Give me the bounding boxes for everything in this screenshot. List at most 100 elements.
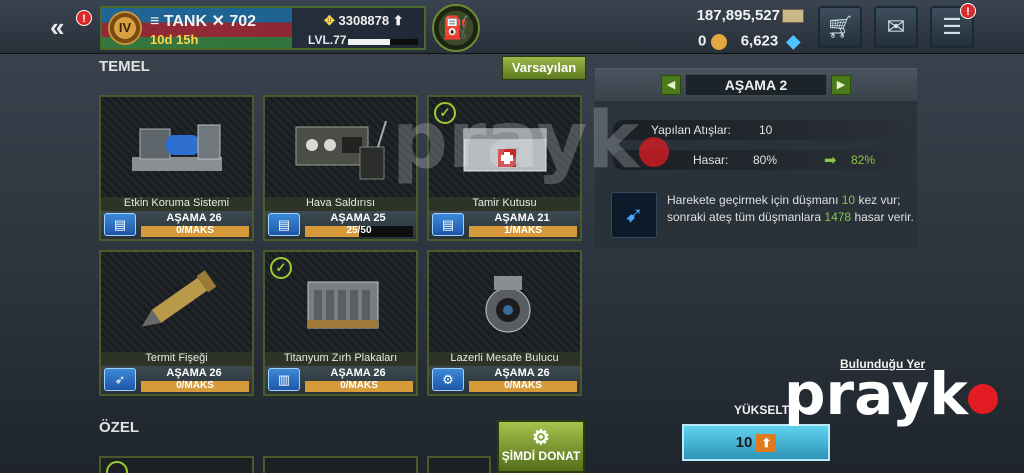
item-name: Termit Fişeği xyxy=(101,352,252,366)
item-name: Hava Saldırısı xyxy=(265,197,416,211)
item-progress-text: 0/MAKS xyxy=(176,225,214,236)
item-progress-text: 0/MAKS xyxy=(340,380,378,391)
silver-counter: 187,895,527 xyxy=(697,7,804,24)
equip-now-button[interactable]: ⚙ ŞİMDİ DONAT xyxy=(497,420,585,473)
equip-now-label: ŞİMDİ DONAT xyxy=(501,449,581,463)
skill-description: Harekete geçirmek için düşmanı 10 kez vu… xyxy=(667,192,917,226)
rank-emblem: IV xyxy=(108,11,142,45)
item-card[interactable]: Termit Fişeği ➶ AŞAMA 26 0/MAKS xyxy=(99,250,254,396)
active-protection-image xyxy=(131,124,222,171)
power-icon: ✥ xyxy=(324,13,339,28)
section-title-special: ÖZEL xyxy=(99,419,139,436)
chat-notification-badge: ! xyxy=(960,3,976,19)
item-card[interactable]: Etkin Koruma Sistemi ▤ AŞAMA 26 0/MAKS xyxy=(99,95,254,241)
item-progress-area: ⚙ AŞAMA 26 0/MAKS xyxy=(429,366,580,394)
triangle-left-icon: ◀ xyxy=(666,79,676,91)
watermark-center: prayk xyxy=(392,96,670,186)
player-profile[interactable]: IV ≡ TANK ✕ 702 10d 15h ✥ 3308878 ⬆ LVL.… xyxy=(100,6,426,50)
upgrade-arrow-icon: ⬆ xyxy=(756,434,777,453)
module-icon: ▤ xyxy=(432,213,464,236)
crossed-swords-icon: ✕ xyxy=(211,13,230,30)
player-name-text: TANK xyxy=(163,13,208,30)
desc-text-3: hasar verir. xyxy=(851,210,914,224)
watermark-dot-icon xyxy=(639,137,670,167)
gears-icon: ⚙ xyxy=(432,368,464,391)
armor-icon: ▥ xyxy=(268,368,300,391)
arrow-up-icon: ⬆ xyxy=(389,13,404,28)
banknote-icon xyxy=(782,9,804,24)
silver-value: 187,895,527 xyxy=(696,7,780,24)
item-card[interactable]: ✓ Titanyum Zırh Plakaları ▥ AŞAMA 26 0/M… xyxy=(263,250,418,396)
damage-current: 80% xyxy=(753,153,778,167)
top-bar: « ! IV ≡ TANK ✕ 702 10d 15h ✥ 3308878 ⬆ … xyxy=(0,0,1024,54)
armor-plates-image xyxy=(307,281,378,329)
item-image xyxy=(429,252,580,352)
tank-number: 702 xyxy=(229,13,257,30)
item-progress-text: 1/MAKS xyxy=(504,225,542,236)
item-level: AŞAMA 26 xyxy=(166,212,222,224)
shell-icon: ➶ xyxy=(104,368,136,391)
shop-button[interactable]: 🛒︎ xyxy=(818,6,862,48)
item-progress-text: 0/MAKS xyxy=(176,380,214,391)
item-name: Tamir Kutusu xyxy=(429,197,580,211)
desc-number-1: 10 xyxy=(841,193,856,207)
upgrade-label: YÜKSELT xyxy=(734,403,790,417)
special-item-card[interactable] xyxy=(263,456,418,473)
damage-next: 82% xyxy=(851,153,876,167)
diamond-icon: ◆ xyxy=(786,31,801,51)
item-name: Etkin Koruma Sistemi xyxy=(101,197,252,211)
watermark-corner-text: prayk xyxy=(784,360,968,428)
laser-rangefinder-image xyxy=(485,276,530,333)
defaults-button[interactable]: Varsayılan xyxy=(502,56,586,80)
triangle-right-icon: ▶ xyxy=(836,79,846,91)
envelope-icon: ✉ xyxy=(886,14,906,39)
watermark-center-text: prayk xyxy=(392,96,640,186)
item-level: AŞAMA 26 xyxy=(494,367,550,379)
item-level: AŞAMA 21 xyxy=(494,212,550,224)
power-value: 3308878 xyxy=(338,13,390,28)
item-image xyxy=(101,97,252,197)
equipped-check-icon: ✓ xyxy=(270,257,292,279)
fuel-button[interactable]: ⛽ xyxy=(432,4,480,52)
jerrycan-icon: ⛽ xyxy=(442,15,470,40)
wrench-icon: ⚙ xyxy=(532,427,550,449)
coin-icon xyxy=(710,33,727,50)
item-progress-area: ▤ AŞAMA 25 25/50 xyxy=(265,211,416,239)
item-image xyxy=(101,252,252,352)
diamond-value: 6,623 xyxy=(740,32,779,50)
upgrade-button[interactable]: 10 ⬆ xyxy=(682,424,830,461)
stage-next-button[interactable]: ▶ xyxy=(831,75,851,95)
back-notification-badge: ! xyxy=(76,10,92,26)
item-progress-area: ▤ AŞAMA 21 1/MAKS xyxy=(429,211,580,239)
cart-icon: 🛒︎ xyxy=(826,14,854,39)
module-icon: ▤ xyxy=(104,213,136,236)
player-name: ≡ TANK ✕ 702 xyxy=(150,11,256,31)
desc-text-1: Harekete geçirmek için düşmanı xyxy=(667,193,842,207)
stage-prev-button[interactable]: ◀ xyxy=(661,75,681,95)
currency-row: 0 6,623 ◆ xyxy=(698,31,800,52)
radio-set-image xyxy=(295,120,387,180)
gold-value: 0 xyxy=(698,32,707,50)
power-score: ✥ 3308878 ⬆ xyxy=(324,13,404,29)
xp-bar xyxy=(348,39,418,45)
special-item-card[interactable] xyxy=(99,456,254,473)
item-progress-text: 0/MAKS xyxy=(504,380,542,391)
rank-chevron-icon: ≡ xyxy=(150,13,164,30)
attacks-value: 10 xyxy=(759,123,773,137)
player-level: LVL.77 xyxy=(308,33,347,47)
damage-label: Hasar: xyxy=(693,153,729,167)
item-card[interactable]: Lazerli Mesafe Bulucu ⚙ AŞAMA 26 0/MAKS xyxy=(427,250,582,396)
mail-button[interactable]: ✉ xyxy=(874,6,918,48)
watermark-dot-icon xyxy=(967,384,998,414)
rocket-icon: ➹ xyxy=(611,192,657,238)
item-level: AŞAMA 26 xyxy=(330,367,386,379)
item-name: Titanyum Zırh Plakaları xyxy=(265,352,416,366)
watermark-corner: prayk xyxy=(784,360,998,428)
item-progress-area: ▤ AŞAMA 26 0/MAKS xyxy=(101,211,252,239)
stage-label: AŞAMA 2 xyxy=(685,74,827,96)
item-progress-area: ➶ AŞAMA 26 0/MAKS xyxy=(101,366,252,394)
special-item-card[interactable] xyxy=(427,456,491,473)
upgrade-cost: 10 xyxy=(735,434,753,451)
item-level: AŞAMA 25 xyxy=(330,212,386,224)
xp-bar-fill xyxy=(348,39,390,45)
